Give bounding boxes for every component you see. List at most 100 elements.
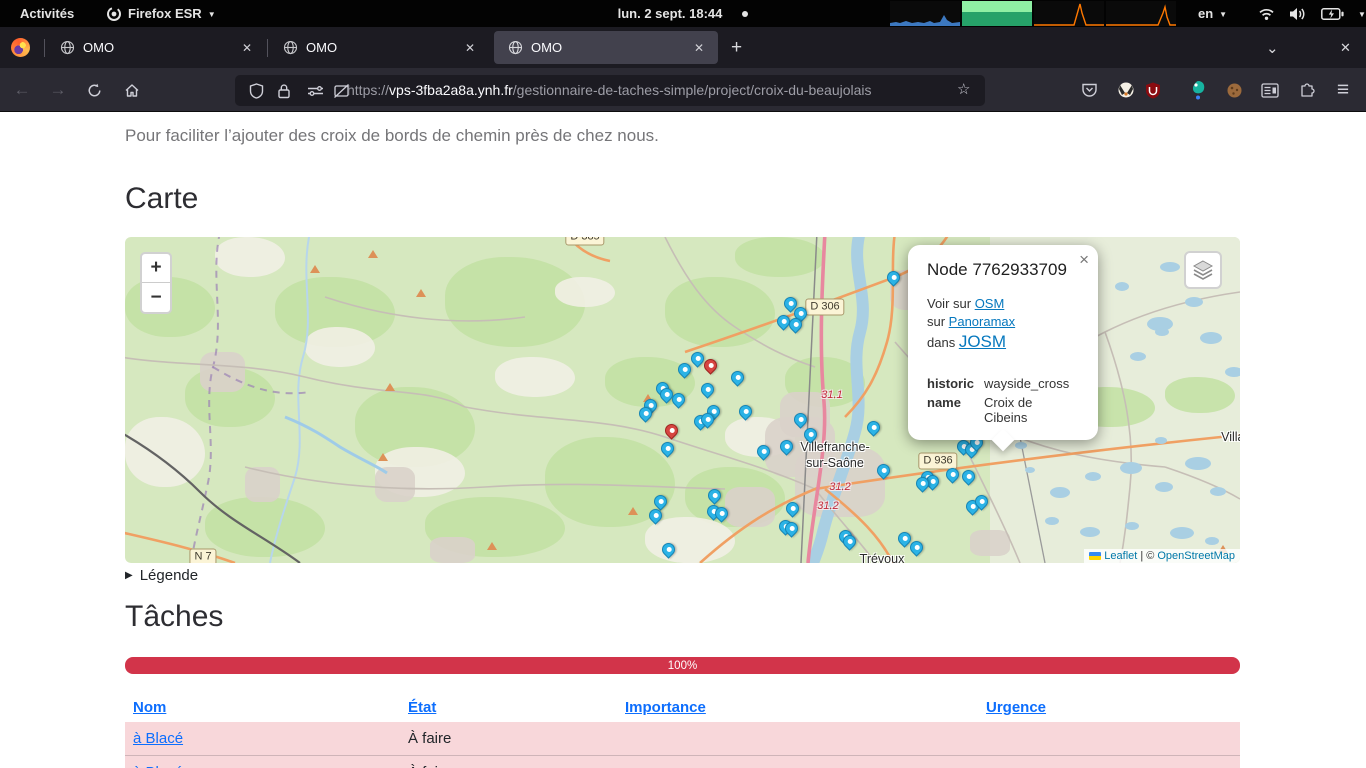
back-button[interactable]: ← (10, 78, 34, 102)
table-header-row: Nom État Importance Urgence (125, 692, 1240, 722)
net-graph-icon (1034, 1, 1104, 26)
map-lake (1080, 527, 1100, 537)
sort-etat-link[interactable]: État (408, 699, 436, 716)
map-section-heading: Carte (125, 182, 198, 216)
volume-icon (1289, 7, 1307, 21)
tasks-section-heading: Tâches (125, 600, 223, 634)
map-place-label: Trévoux (860, 551, 905, 563)
gnome-top-bar: Activités Firefox ESR ▼ lun. 2 sept. 18:… (0, 0, 1366, 27)
map-peak-icon (416, 289, 426, 297)
map-lake (1015, 442, 1027, 449)
layers-control[interactable] (1184, 251, 1222, 289)
ukraine-flag-icon (1089, 552, 1101, 560)
map-lake (1170, 527, 1194, 539)
table-row[interactable]: à Blacé À faire (125, 722, 1240, 755)
hamburger-menu-icon[interactable]: ≡ (1331, 78, 1355, 102)
legend-arrow-icon: ▶ (125, 570, 133, 581)
system-monitor-applet[interactable] (890, 0, 1176, 27)
tracking-shield-icon[interactable] (249, 83, 265, 99)
leaflet-link[interactable]: Leaflet (1104, 550, 1137, 562)
url-text: https://vps-3fba2a8a.ynh.fr/gestionnaire… (347, 82, 872, 98)
popup-tag-table: historicwayside_cross nameCroix de Cibei… (927, 374, 1079, 427)
task-link[interactable]: à Blacé (133, 764, 183, 768)
firefox-tab-bar: OMO ✕ OMO ✕ OMO ✕ + ⌄ ✕ (0, 27, 1366, 68)
reload-button[interactable] (82, 78, 106, 102)
extensions-puzzle-icon[interactable] (1295, 78, 1319, 102)
page-content: Pour faciliter l’ajouter des croix de bo… (0, 112, 1366, 768)
bookmark-star-icon[interactable]: ☆ (957, 80, 970, 98)
map-lake (1155, 482, 1173, 492)
tab-close-icon[interactable]: ✕ (461, 41, 479, 55)
cpu-graph-icon (890, 1, 960, 26)
layers-icon (1192, 260, 1214, 280)
zoom-out-button[interactable]: − (142, 283, 170, 312)
tab-2[interactable]: OMO ✕ (271, 31, 487, 64)
forward-button[interactable]: → (46, 78, 70, 102)
map-route-number: 31.2 (817, 500, 838, 512)
keyboard-layout-indicator[interactable]: en ▼ (1198, 0, 1227, 27)
zoom-control: + − (140, 252, 172, 314)
list-all-tabs-button[interactable]: ⌄ (1266, 27, 1279, 68)
map-peak-icon (310, 265, 320, 273)
map-lake (1210, 487, 1226, 496)
map-route-number: 31.2 (829, 481, 850, 493)
map-lake (1120, 462, 1142, 474)
chevron-down-icon: ▼ (1358, 10, 1366, 19)
map-lake (1130, 352, 1146, 361)
firefox-logo-icon (11, 27, 30, 68)
map-place-label: Villefranche- sur-Saône (800, 439, 869, 472)
sort-urgence-link[interactable]: Urgence (986, 699, 1046, 716)
progress-bar: 100% (125, 657, 1240, 674)
map-road-label: D 306 (805, 299, 844, 316)
battery-icon (1321, 8, 1344, 20)
sort-nom-link[interactable]: Nom (133, 699, 166, 716)
panoramax-link[interactable]: Panoramax (949, 314, 1015, 329)
privacy-badger-icon[interactable] (1114, 78, 1138, 102)
map-lake (1085, 472, 1101, 481)
tab-1[interactable]: OMO ✕ (48, 31, 264, 64)
sort-importance-link[interactable]: Importance (625, 699, 706, 716)
leaflet-map[interactable]: D 385D 306D 936N 731.131.231.2Villefranc… (125, 237, 1240, 563)
map-lake (1155, 328, 1169, 336)
home-button[interactable] (120, 78, 144, 102)
permissions-icon[interactable] (307, 83, 323, 99)
map-lake (1025, 467, 1035, 473)
system-status-area[interactable]: ▼ (1258, 0, 1366, 27)
map-lake (1115, 282, 1129, 291)
osm-link[interactable]: OSM (975, 296, 1005, 311)
popup-close-button[interactable]: × (1079, 250, 1089, 270)
disk-graph-icon (1106, 1, 1176, 26)
lock-icon[interactable] (277, 83, 293, 99)
tab-close-icon[interactable]: ✕ (690, 41, 708, 55)
tab-separator (44, 39, 45, 57)
new-tab-button[interactable]: + (731, 27, 742, 68)
map-lake (1045, 517, 1059, 525)
tab-3-active[interactable]: OMO ✕ (494, 31, 718, 64)
pocket-icon[interactable] (1077, 78, 1101, 102)
ublock-origin-icon[interactable] (1141, 78, 1165, 102)
notification-dot (742, 11, 748, 17)
url-bar[interactable]: https://vps-3fba2a8a.ynh.fr/gestionnaire… (235, 75, 985, 106)
map-lake (1160, 262, 1180, 272)
task-link[interactable]: à Blacé (133, 730, 183, 747)
josm-link[interactable]: JOSM (959, 332, 1006, 351)
wifi-icon (1258, 7, 1275, 21)
openstreetmap-link[interactable]: OpenStreetMap (1157, 550, 1235, 562)
reader-card-icon[interactable] (1258, 78, 1282, 102)
map-lake (1125, 522, 1139, 530)
map-peak-icon (368, 250, 378, 258)
window-close-button[interactable]: ✕ (1340, 27, 1351, 68)
map-lake (1050, 487, 1070, 498)
map-peak-icon (487, 542, 497, 550)
tab-close-icon[interactable]: ✕ (238, 41, 256, 55)
map-attribution: Leaflet | © OpenStreetMap (1084, 549, 1240, 563)
table-row[interactable]: à Blacé À faire (125, 755, 1240, 768)
zoom-in-button[interactable]: + (142, 254, 170, 283)
map-route-number: 31.1 (821, 389, 842, 401)
chevron-down-icon: ▼ (1219, 10, 1227, 19)
extension-pin-icon[interactable] (1186, 78, 1210, 102)
cookie-icon[interactable] (1222, 78, 1246, 102)
map-lake (1185, 457, 1211, 470)
memory-graph-icon (962, 1, 1032, 26)
legend-toggle[interactable]: ▶ Légende (125, 567, 198, 584)
